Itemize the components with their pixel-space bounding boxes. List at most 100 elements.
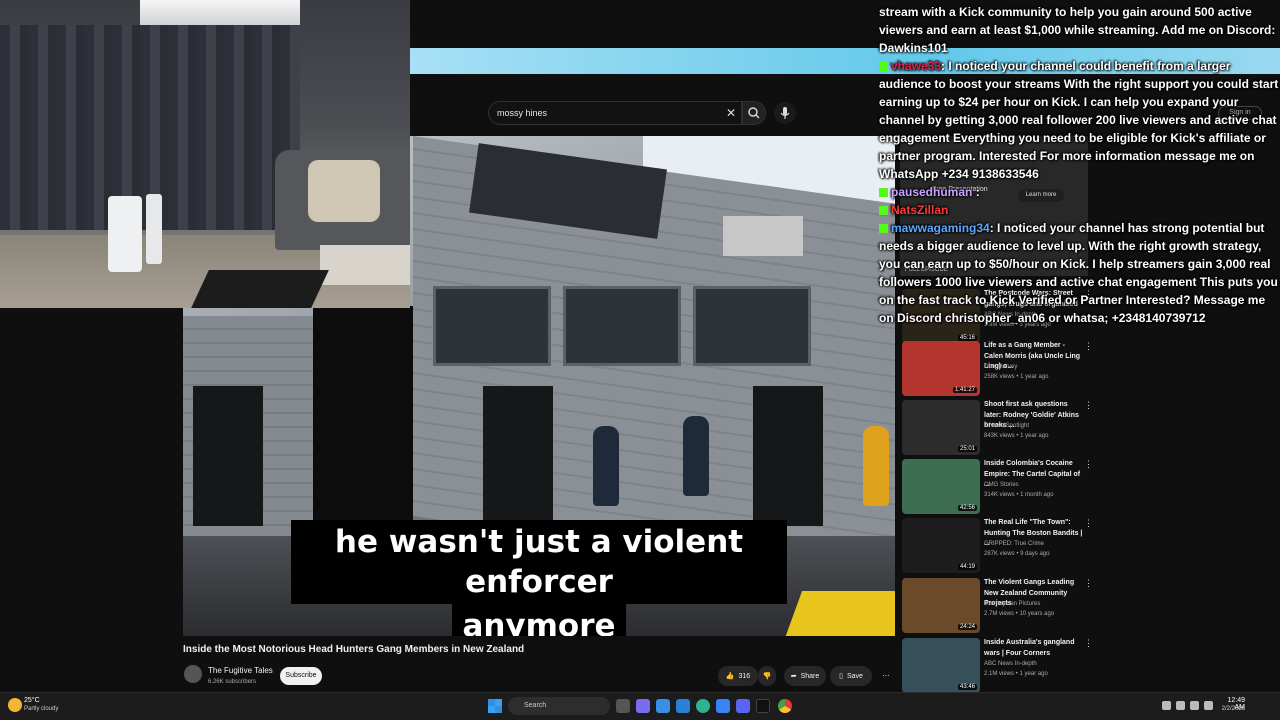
recommendation-channel: 7 News Spotlight: [984, 423, 1030, 429]
kebab-menu-icon[interactable]: ⋮: [1084, 341, 1093, 352]
chat-message: stream with a Kick community to help you…: [879, 3, 1279, 57]
video-duration: 42:56: [957, 505, 977, 511]
kick-badge-icon: [879, 188, 888, 198]
recommendation-channel: OMG Stories: [984, 482, 1019, 488]
chat-username: pausedhuman: [891, 185, 973, 199]
chevron-up-icon[interactable]: [1162, 701, 1171, 710]
wifi-icon[interactable]: [1204, 701, 1213, 710]
recommendation-item[interactable]: 1:41:27 Life as a Gang Member - Calen Mo…: [902, 341, 1093, 397]
kebab-menu-icon[interactable]: ⋮: [1084, 578, 1093, 589]
video-duration: 24:24: [957, 624, 977, 630]
kebab-menu-icon[interactable]: ⋮: [1084, 400, 1093, 411]
video-duration: 43:46: [957, 684, 977, 690]
thumbs-down-icon: 👎: [762, 673, 772, 680]
recommendation-title[interactable]: Inside Australia's gangland wars | Four …: [984, 638, 1084, 659]
weather-temperature[interactable]: 25°C: [24, 697, 40, 704]
network-icon[interactable]: [1176, 701, 1185, 710]
taskbar-search-box[interactable]: Search: [508, 697, 610, 715]
clear-search-icon[interactable]: ✕: [724, 104, 738, 122]
recommendation-item[interactable]: 25:01 Shoot first ask questions later: R…: [902, 400, 1093, 456]
more-icon: ⋯: [882, 673, 890, 680]
video-caption: he wasn't just a violent enforcer anymor…: [291, 520, 787, 636]
bookmark-icon: ▯: [839, 673, 843, 680]
video-thumbnail[interactable]: 1:41:27: [902, 341, 980, 396]
share-label: Share: [800, 672, 820, 680]
store-icon[interactable]: [716, 699, 730, 713]
video-thumbnail[interactable]: 44:19: [902, 518, 980, 573]
thumbs-up-icon: 👍: [725, 673, 735, 680]
chat-username: vhawe33: [891, 59, 942, 73]
share-icon: ➦: [790, 673, 797, 680]
recommendation-item[interactable]: 44:19 The Real Life "The Town": Hunting …: [902, 518, 1093, 574]
chat-text: I noticed your channel has strong potent…: [879, 221, 1278, 325]
video-thumbnail[interactable]: 42:56: [902, 459, 980, 514]
tiktok-icon[interactable]: [756, 699, 770, 713]
kick-badge-icon: [879, 224, 888, 234]
kebab-menu-icon[interactable]: ⋮: [1084, 518, 1093, 529]
share-button[interactable]: ➦ Share: [784, 666, 826, 686]
stream-chat-overlay: stream with a Kick community to help you…: [879, 3, 1279, 327]
mail-icon[interactable]: [676, 699, 690, 713]
video-duration: 25:01: [957, 446, 977, 452]
recommendation-meta: 314K views • 1 month ago: [984, 492, 1054, 498]
kick-badge-icon: [879, 206, 888, 216]
copilot-icon[interactable]: [636, 699, 650, 713]
microphone-tray-icon[interactable]: [1190, 701, 1199, 710]
edge-browser-icon[interactable]: [696, 699, 710, 713]
dislike-button[interactable]: 👎: [758, 666, 776, 686]
video-title: Inside the Most Notorious Head Hunters G…: [183, 644, 525, 655]
recommendation-meta: 287K views • 9 days ago: [984, 551, 1050, 557]
microphone-icon: [780, 107, 790, 119]
video-thumbnail[interactable]: 25:01: [902, 400, 980, 455]
chrome-browser-icon[interactable]: [778, 699, 792, 713]
video-thumbnail[interactable]: 24:24: [902, 578, 980, 633]
chat-text: stream with a Kick community to help you…: [879, 5, 1276, 55]
weather-icon[interactable]: [8, 698, 22, 712]
recommendation-item[interactable]: 43:46 Inside Australia's gangland wars |…: [902, 638, 1093, 694]
chat-username: NatsZillan: [891, 203, 949, 217]
caption-line-1: he wasn't just a violent enforcer: [291, 520, 787, 604]
search-button[interactable]: [742, 101, 766, 125]
chat-message: pausedhuman :: [879, 183, 1279, 201]
video-duration: 1:41:27: [952, 387, 977, 393]
like-button[interactable]: 👍 316: [718, 666, 758, 686]
recommendation-channel: GRIPPED: True Crime: [984, 541, 1045, 547]
pen-app-icon[interactable]: [656, 699, 670, 713]
video-thumbnail[interactable]: 43:46: [902, 638, 980, 693]
channel-avatar[interactable]: [184, 665, 202, 683]
kick-badge-icon: [879, 62, 888, 72]
search-query: mossy hines: [497, 108, 548, 118]
channel-name[interactable]: The Fugitive Tales: [208, 666, 273, 675]
chat-message: mawwagaming34: I noticed your channel ha…: [879, 221, 1278, 325]
video-duration: 44:19: [957, 564, 977, 570]
voice-search-button[interactable]: [774, 102, 796, 124]
recommendation-channel: Journeyman Pictures: [984, 601, 1041, 607]
more-actions-button[interactable]: ⋯: [878, 666, 894, 686]
task-view-icon[interactable]: [616, 699, 630, 713]
weather-description[interactable]: Partly cloudy: [24, 706, 58, 712]
chat-text: I noticed your channel could benefit fro…: [879, 59, 1279, 181]
windows-start-icon[interactable]: [488, 699, 502, 713]
recommendation-item[interactable]: 42:56 Inside Colombia's Cocaine Empire: …: [902, 459, 1093, 515]
kebab-menu-icon[interactable]: ⋮: [1084, 459, 1093, 470]
recommendation-meta: 258K views • 1 year ago: [984, 374, 1049, 380]
subscribe-button[interactable]: Subscribe: [280, 667, 322, 685]
chat-message: vhawe33: I noticed your channel could be…: [879, 59, 1279, 181]
like-count: 316: [738, 672, 751, 680]
search-input[interactable]: mossy hines: [488, 101, 742, 125]
chat-username: mawwagaming34: [891, 221, 990, 235]
kebab-menu-icon[interactable]: ⋮: [1084, 638, 1093, 649]
subscriber-count: 6.26K subscribers: [208, 679, 257, 685]
chat-message: NatsZillan: [879, 201, 1279, 219]
recommendation-meta: 843K views • 1 year ago: [984, 433, 1049, 439]
recommendation-meta: 2.7M views • 10 years ago: [984, 611, 1055, 617]
recommendation-item[interactable]: 24:24 The Violent Gangs Leading New Zeal…: [902, 578, 1093, 634]
clock-date[interactable]: 2/2/2026: [1219, 706, 1245, 712]
save-label: Save: [846, 672, 863, 680]
recommendation-channel: Dom Harvey: [984, 364, 1018, 370]
caption-line-2: anymore: [452, 604, 626, 636]
discord-icon[interactable]: [736, 699, 750, 713]
save-button[interactable]: ▯ Save: [830, 666, 872, 686]
recommendation-channel: ABC News In-depth: [984, 661, 1037, 667]
search-icon: [748, 107, 760, 119]
